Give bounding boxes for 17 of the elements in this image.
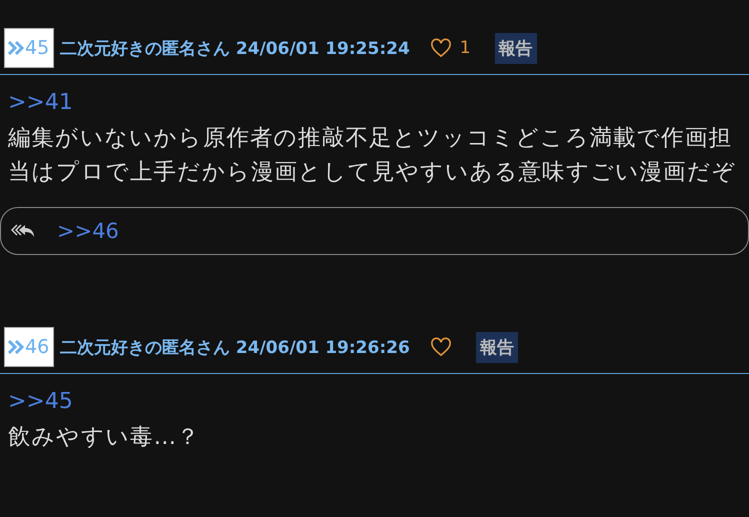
author-and-date: 二次元好きの匿名さん 24/06/01 19:25:24 xyxy=(60,38,410,60)
post-body: 編集がいないから原作者の推敲不足とツッコミどころ満載で作画担当はプロで上手だから漫画として見やすいある意味すごい漫画だぞ xyxy=(8,124,737,187)
post-number-text: 45 xyxy=(25,37,50,59)
reply-anchor-link[interactable]: >>45 xyxy=(8,388,741,416)
reply-anchor-link[interactable]: >>41 xyxy=(8,89,741,117)
author-and-date: 二次元好きの匿名さん 24/06/01 19:26:26 xyxy=(60,336,410,358)
report-button[interactable]: 報告 xyxy=(494,32,537,64)
post-number-text: 46 xyxy=(25,336,50,358)
double-chevron-icon xyxy=(8,340,24,354)
double-chevron-icon xyxy=(8,41,24,55)
heart-icon xyxy=(430,38,452,58)
heart-icon xyxy=(430,337,452,357)
post-body: 飲みやすい毒…？ xyxy=(8,423,202,452)
report-button[interactable]: 報告 xyxy=(476,332,518,362)
reply-all-icon xyxy=(11,223,35,239)
reply-link[interactable]: >>46 xyxy=(57,219,119,243)
like-button[interactable]: 1 xyxy=(428,36,473,60)
